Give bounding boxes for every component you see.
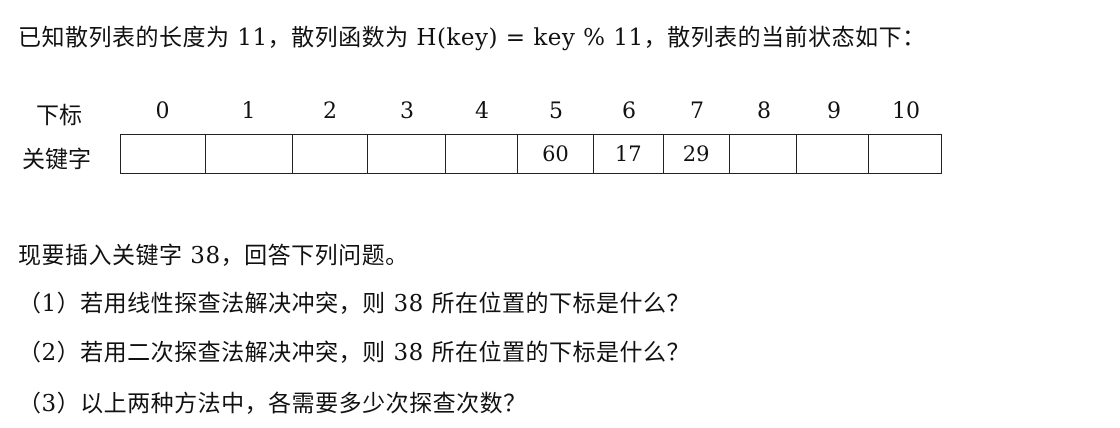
hash-table-cell [797, 135, 870, 173]
index-label: 2 [323, 99, 337, 124]
index-label: 1 [241, 99, 256, 124]
hash-table-cell [869, 135, 941, 173]
problem-intro: 已知散列表的长度为 11，散列函数为 H(key) = key % 11，散列表… [18, 25, 926, 51]
hash-table-cell [446, 135, 519, 173]
hash-table: 60 17 29 [120, 134, 942, 174]
index-label: 3 [400, 99, 414, 124]
insert-prompt: 现要插入关键字 38，回答下列问题。 [18, 243, 409, 269]
hash-table-cell: 29 [664, 135, 730, 173]
hash-table-cell [206, 135, 293, 173]
hash-table-cell: 60 [518, 135, 594, 173]
question-1: （1）若用线性探查法解决冲突，则 38 所在位置的下标是什么？ [18, 291, 691, 317]
index-row-label: 下标 [36, 103, 82, 129]
index-label: 10 [892, 99, 920, 124]
question-2: （2）若用二次探查法解决冲突，则 38 所在位置的下标是什么？ [18, 340, 691, 366]
hash-table-cell: 17 [594, 135, 664, 173]
question-3: （3）以上两种方法中，各需要多少次探查次数？ [18, 391, 527, 417]
key-row-label: 关键字 [22, 147, 91, 173]
hash-table-cell [121, 135, 206, 173]
index-label: 8 [757, 99, 771, 124]
index-label: 6 [622, 99, 636, 124]
index-label: 0 [155, 99, 170, 124]
index-label: 5 [549, 99, 563, 124]
index-label: 7 [690, 99, 704, 124]
index-label: 9 [827, 99, 841, 124]
hash-table-cell [368, 135, 447, 173]
hash-table-cell [293, 135, 369, 173]
hash-table-cell [730, 135, 798, 173]
index-label: 4 [475, 99, 489, 124]
